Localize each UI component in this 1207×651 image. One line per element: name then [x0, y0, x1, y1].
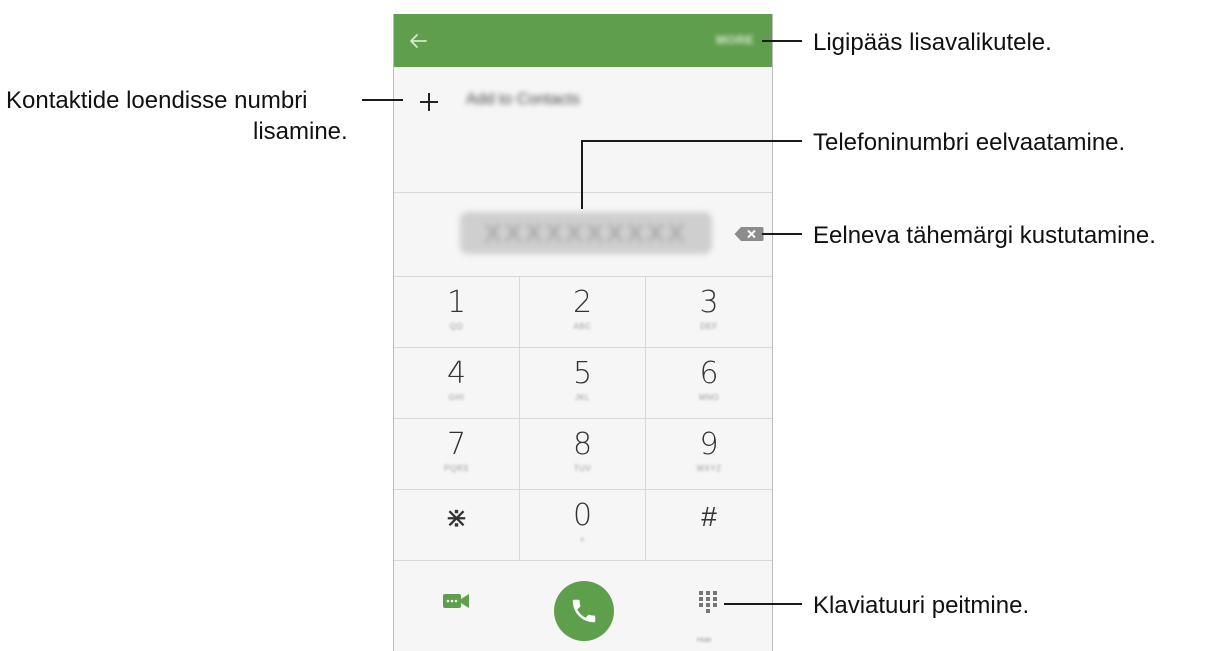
more-button[interactable]: MORE: [716, 30, 758, 50]
key-letters: MNO: [698, 393, 720, 402]
divider: [394, 192, 772, 193]
back-arrow-icon[interactable]: [406, 29, 430, 53]
key-letters: DEF: [700, 322, 718, 331]
key-digit: 3: [699, 285, 719, 320]
key-letters: ABC: [573, 322, 592, 331]
annotation-add-to-contacts-line1: Kontaktide loendisse numbri: [6, 87, 308, 114]
key-digit: 9: [699, 427, 719, 462]
key-digit: 4: [446, 356, 467, 391]
key-4[interactable]: 4 GHI: [394, 347, 520, 418]
add-to-contacts-row[interactable]: Add to Contacts: [394, 67, 772, 157]
key-letters: PQRS: [444, 464, 469, 473]
key-6[interactable]: 6 MNO: [646, 347, 772, 418]
call-button[interactable]: [554, 581, 614, 641]
callout-line: [762, 233, 802, 235]
annotation-more-options: Ligipääs lisavalikutele.: [813, 29, 1052, 56]
phone-number-preview: XXXXXXXXXX: [460, 212, 712, 254]
phone-dialer-screen: MORE Add to Contacts XXXXXXXXXX 1 QΩ 2 A…: [393, 14, 773, 651]
video-call-icon[interactable]: [442, 591, 470, 611]
key-digit: 8: [572, 427, 593, 462]
key-8[interactable]: 8 TUV: [520, 418, 646, 489]
callout-line: [362, 99, 403, 101]
annotation-hide-keypad: Klaviatuuri peitmine.: [813, 592, 1030, 619]
callout-line: [724, 603, 802, 605]
callout-line: [762, 40, 802, 42]
dialpad-icon[interactable]: [696, 589, 720, 629]
app-bar: MORE: [394, 14, 772, 67]
hide-keypad-label: Hide: [697, 637, 712, 644]
key-digit: ⋇: [444, 501, 469, 533]
key-letters: TUV: [573, 464, 592, 473]
phone-icon: [572, 599, 596, 623]
annotation-delete-character: Eelneva tähemärgi kustutamine.: [813, 222, 1156, 249]
callout-line: [581, 140, 583, 209]
key-3[interactable]: 3 DEF: [646, 276, 772, 347]
key-digit: 7: [446, 427, 467, 462]
key-digit: 1: [446, 285, 467, 320]
key-letters: GHI: [448, 393, 465, 402]
key-digit: 0: [572, 498, 593, 533]
backspace-icon[interactable]: [734, 226, 764, 242]
key-0[interactable]: 0 +: [520, 489, 646, 560]
key-digit: 2: [572, 285, 593, 320]
key-star[interactable]: ⋇: [394, 489, 520, 560]
bottom-action-bar: Hide: [394, 560, 772, 651]
key-digit: 6: [699, 356, 719, 391]
key-2[interactable]: 2 ABC: [520, 276, 646, 347]
key-digit: 5: [572, 356, 593, 391]
keypad: 1 QΩ 2 ABC 3 DEF 4 GHI 5 JKL 6 MNO 7 PQR…: [394, 276, 772, 560]
key-hash[interactable]: #: [646, 489, 772, 560]
key-digit: #: [701, 501, 717, 532]
key-letters: QΩ: [449, 322, 464, 331]
annotation-preview-number: Telefoninumbri eelvaatamine.: [813, 129, 1126, 156]
plus-icon[interactable]: [418, 91, 440, 113]
key-9[interactable]: 9 WXYZ: [646, 418, 772, 489]
key-5[interactable]: 5 JKL: [520, 347, 646, 418]
key-letters: WXYZ: [696, 464, 722, 473]
key-1[interactable]: 1 QΩ: [394, 276, 520, 347]
annotation-add-to-contacts-line2: lisamine.: [253, 118, 348, 145]
key-7[interactable]: 7 PQRS: [394, 418, 520, 489]
key-letters: +: [579, 535, 586, 544]
add-to-contacts-label: Add to Contacts: [466, 91, 580, 108]
key-letters: JKL: [574, 393, 591, 402]
callout-line: [581, 140, 802, 142]
